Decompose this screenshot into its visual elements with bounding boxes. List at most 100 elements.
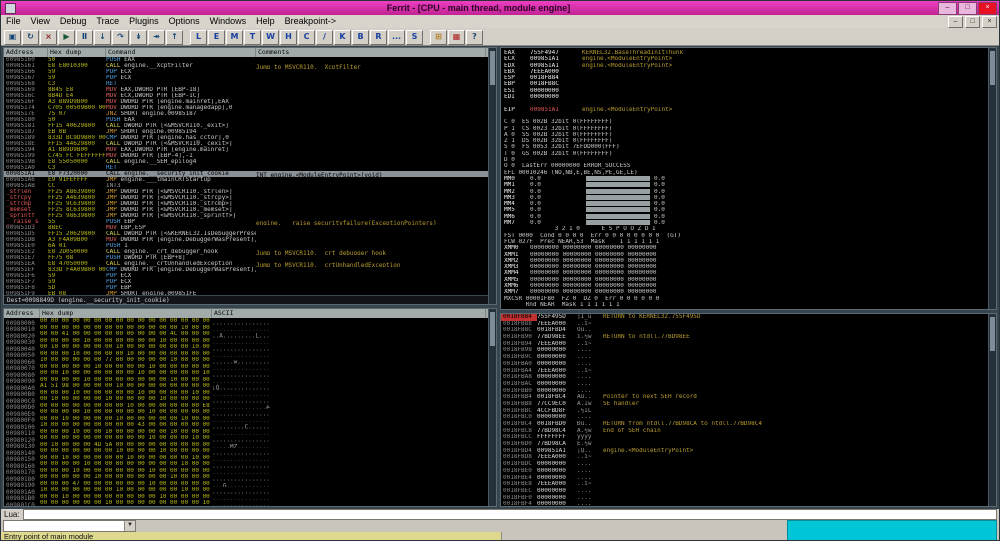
- menu-breakpoint[interactable]: Breakpoint->: [280, 15, 341, 28]
- stack-scrollbar[interactable]: [988, 314, 996, 506]
- source-button[interactable]: S: [406, 30, 423, 45]
- stack-pane: 0018FB84755F495D]I_uRETURN to KERNEL32.7…: [500, 313, 997, 507]
- stack-row[interactable]: 0018FB947EEEA000..î~: [501, 341, 996, 348]
- column-hexdump: Hex dump: [40, 309, 212, 318]
- run-button[interactable]: ▶: [58, 30, 75, 45]
- stack-row[interactable]: 0018FBB40018FBC4Äû..Pointer to next SEH …: [501, 394, 996, 401]
- toolbar: ▣↻×▶Ⅱ↓↷↡↠↑ LEMTWHC/KBR...S ⊞▦?: [1, 28, 999, 46]
- stack-row[interactable]: 0018FBDC00000000....: [501, 461, 996, 468]
- menu-view[interactable]: View: [26, 15, 55, 28]
- stack-row[interactable]: 0018FB9077BD98EEî.½wRETURN to ntdll.77BD…: [501, 334, 996, 341]
- column-hexdump: Hex dump: [48, 48, 106, 57]
- stack-row[interactable]: 0018FBD077BD98CAÊ.½w: [501, 441, 996, 448]
- registers-pane: EAX755F4947KERNEL32.BaseThreadInitThunkE…: [500, 47, 997, 310]
- command-dropdown-arrow[interactable]: ▼: [124, 521, 135, 531]
- column-ascii: ASCII: [212, 309, 486, 318]
- mdi-restore-button[interactable]: □: [965, 16, 980, 28]
- command-combobox[interactable]: ▼: [3, 520, 136, 532]
- stack-row[interactable]: 0018FBCCFFFFFFFFÿÿÿÿ: [501, 434, 996, 441]
- references-button[interactable]: R: [370, 30, 387, 45]
- windows-button[interactable]: W: [262, 30, 279, 45]
- open-button[interactable]: ▣: [4, 30, 21, 45]
- stack-row[interactable]: 0018FBAC00000000....: [501, 381, 996, 388]
- stack-row[interactable]: 0018FBB877CC9EC0À.ÌwSE handler: [501, 401, 996, 408]
- executable-modules-button[interactable]: E: [208, 30, 225, 45]
- stack-rows: 0018FB84755F495D]I_uRETURN to KERNEL32.7…: [501, 314, 996, 507]
- registers-content: EAX755F4947KERNEL32.BaseThreadInitThunkE…: [504, 50, 996, 308]
- call-stack-button[interactable]: K: [334, 30, 351, 45]
- help-about-button[interactable]: ?: [466, 30, 483, 45]
- lua-label: Lua:: [1, 510, 23, 519]
- window-title: Ferrit - [CPU - main thread, module engi…: [20, 3, 937, 13]
- stack-row[interactable]: 0018FB887EEEA000..î~: [501, 321, 996, 328]
- command-input[interactable]: [4, 521, 124, 531]
- menu-windows[interactable]: Windows: [205, 15, 252, 28]
- menu-trace[interactable]: Trace: [91, 15, 124, 28]
- minimize-button[interactable]: –: [938, 2, 957, 15]
- stack-row[interactable]: 0018FBEC00000000....: [501, 488, 996, 495]
- pause-button[interactable]: Ⅱ: [76, 30, 93, 45]
- disasm-info-line: Dest=0098849D (engine.__security_init_co…: [4, 295, 496, 304]
- registers-scrollbar[interactable]: [988, 48, 996, 309]
- disassembly-pane: AddressHex dumpCommandComments 009851605…: [3, 47, 497, 305]
- breakpoints-button[interactable]: B: [352, 30, 369, 45]
- options-button[interactable]: ⊞: [430, 30, 447, 45]
- stack-row[interactable]: 0018FBE400000000....: [501, 475, 996, 482]
- stack-row[interactable]: 0018FB9800000000....: [501, 347, 996, 354]
- stack-row[interactable]: 0018FB84755F495D]I_uRETURN to KERNEL32.7…: [501, 314, 996, 321]
- menu-help[interactable]: Help: [251, 15, 280, 28]
- titlebar[interactable]: Ferrit - [CPU - main thread, module engi…: [1, 1, 999, 15]
- mdi-minimize-button[interactable]: –: [948, 16, 963, 28]
- stack-row[interactable]: 0018FBA000000000....: [501, 361, 996, 368]
- stack-row[interactable]: 0018FBB000000000....: [501, 388, 996, 395]
- stack-row[interactable]: 0018FBC40018FBD0Ðû..RETURN from ntdll.77…: [501, 421, 996, 428]
- menu-file[interactable]: File: [1, 15, 26, 28]
- register-line[interactable]: Rnd NEAR Mask 1 1 1 1 1 1: [504, 302, 996, 308]
- execute-till-return-button[interactable]: ↑: [166, 30, 183, 45]
- hex-dump-pane: AddressHex dumpASCII 0098000000 00 00 00…: [3, 308, 497, 507]
- close-button[interactable]: ×: [978, 2, 997, 15]
- handles-button[interactable]: H: [280, 30, 297, 45]
- mdi-buttons: –□×: [948, 16, 999, 28]
- cpu-button[interactable]: C: [298, 30, 315, 45]
- run-trace-button[interactable]: ...: [388, 30, 405, 45]
- highlighting-button[interactable]: ▦: [448, 30, 465, 45]
- menu-plugins[interactable]: Plugins: [124, 15, 164, 28]
- mdi-close-button[interactable]: ×: [982, 16, 997, 28]
- stack-row[interactable]: 0018FB9C00000000....: [501, 354, 996, 361]
- stack-row[interactable]: 0018FBF400000000....: [501, 501, 996, 507]
- column-address: Address: [4, 48, 48, 57]
- lua-input[interactable]: [23, 509, 997, 520]
- dump-row[interactable]: 009801C000 00 00 00 00 00 10 00 00 00 00…: [4, 500, 496, 506]
- step-into-button[interactable]: ↓: [94, 30, 111, 45]
- animate-into-button[interactable]: ↡: [130, 30, 147, 45]
- menu-debug[interactable]: Debug: [55, 15, 92, 28]
- log-window-button[interactable]: L: [190, 30, 207, 45]
- stack-row[interactable]: 0018FBBC4CCFBD8F.½ÏL: [501, 408, 996, 415]
- stack-row[interactable]: 0018FBA800000000....: [501, 374, 996, 381]
- column-comments: Comments: [256, 48, 486, 57]
- disassembly-scrollbar[interactable]: [488, 48, 496, 304]
- stack-row[interactable]: 0018FBD87EEEA000..î~: [501, 454, 996, 461]
- memory-map-button[interactable]: M: [226, 30, 243, 45]
- stack-row[interactable]: 0018FBC877BD98C4Ä.½wEnd of SEH chain: [501, 428, 996, 435]
- patches-button[interactable]: /: [316, 30, 333, 45]
- stack-row[interactable]: 0018FBA47EEEA000..î~: [501, 368, 996, 375]
- close-debuggee-button[interactable]: ×: [40, 30, 57, 45]
- stack-row[interactable]: 0018FBE87EEEA000..î~: [501, 481, 996, 488]
- stack-row[interactable]: 0018FBE000000000....: [501, 468, 996, 475]
- stack-row[interactable]: 0018FB8C0018FBD4Ôû..: [501, 327, 996, 334]
- comment-cell: Jump to MSVCR110.__crt_debugger_hook: [256, 250, 386, 255]
- stack-row[interactable]: 0018FBF000000000....: [501, 495, 996, 502]
- step-over-button[interactable]: ↷: [112, 30, 129, 45]
- stack-row[interactable]: 0018FBD4009851A1¡Q..engine.<ModuleEntryP…: [501, 448, 996, 455]
- threads-button[interactable]: T: [244, 30, 261, 45]
- column-command: Command: [106, 48, 256, 57]
- stack-row[interactable]: 0018FBC000000000....: [501, 414, 996, 421]
- app-icon: [5, 3, 16, 14]
- maximize-button[interactable]: □: [958, 2, 977, 15]
- dump-scrollbar[interactable]: [488, 309, 496, 506]
- menu-options[interactable]: Options: [164, 15, 205, 28]
- animate-over-button[interactable]: ↠: [148, 30, 165, 45]
- restart-button[interactable]: ↻: [22, 30, 39, 45]
